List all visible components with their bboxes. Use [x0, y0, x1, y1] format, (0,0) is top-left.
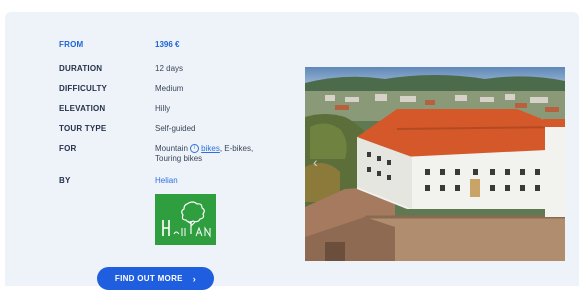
tour-photo-castle[interactable]: ‹ — [305, 67, 565, 261]
label-elevation: ELEVATION — [59, 104, 106, 113]
value-elevation: Hilly — [155, 104, 171, 113]
value-for-line2: Touring bikes — [155, 154, 203, 163]
operator-logo[interactable] — [155, 194, 216, 245]
label-for: FOR — [59, 144, 77, 153]
castle-photo: ‹ — [305, 67, 565, 261]
photo-prev-arrow: ‹ — [313, 154, 318, 170]
value-tour-type: Self-guided — [155, 124, 196, 133]
value-for-part1: Mountain — [155, 144, 191, 153]
label-tour-type: TOUR TYPE — [59, 124, 107, 133]
value-for-part2: , E-bikes, — [219, 144, 254, 153]
chevron-right-icon: › — [192, 273, 197, 284]
info-circle-icon[interactable]: i — [190, 144, 200, 154]
label-duration: DURATION — [59, 64, 103, 73]
label-by: BY — [59, 176, 71, 185]
value-duration: 12 days — [155, 64, 184, 73]
label-from: FROM — [59, 40, 84, 49]
value-difficulty: Medium — [155, 84, 184, 93]
find-out-more-label: FIND OUT MORE — [114, 274, 183, 283]
value-for: Mountain i bikes, E-bikes, Touring bikes — [155, 144, 295, 164]
value-price: 1396 € — [155, 40, 180, 49]
operator-link[interactable]: Helian — [155, 176, 295, 186]
helian-logo-icon — [155, 194, 216, 245]
label-difficulty: DIFFICULTY — [59, 84, 108, 93]
bikes-link[interactable]: bikes — [201, 144, 220, 153]
find-out-more-button[interactable]: FIND OUT MORE › — [97, 267, 214, 290]
